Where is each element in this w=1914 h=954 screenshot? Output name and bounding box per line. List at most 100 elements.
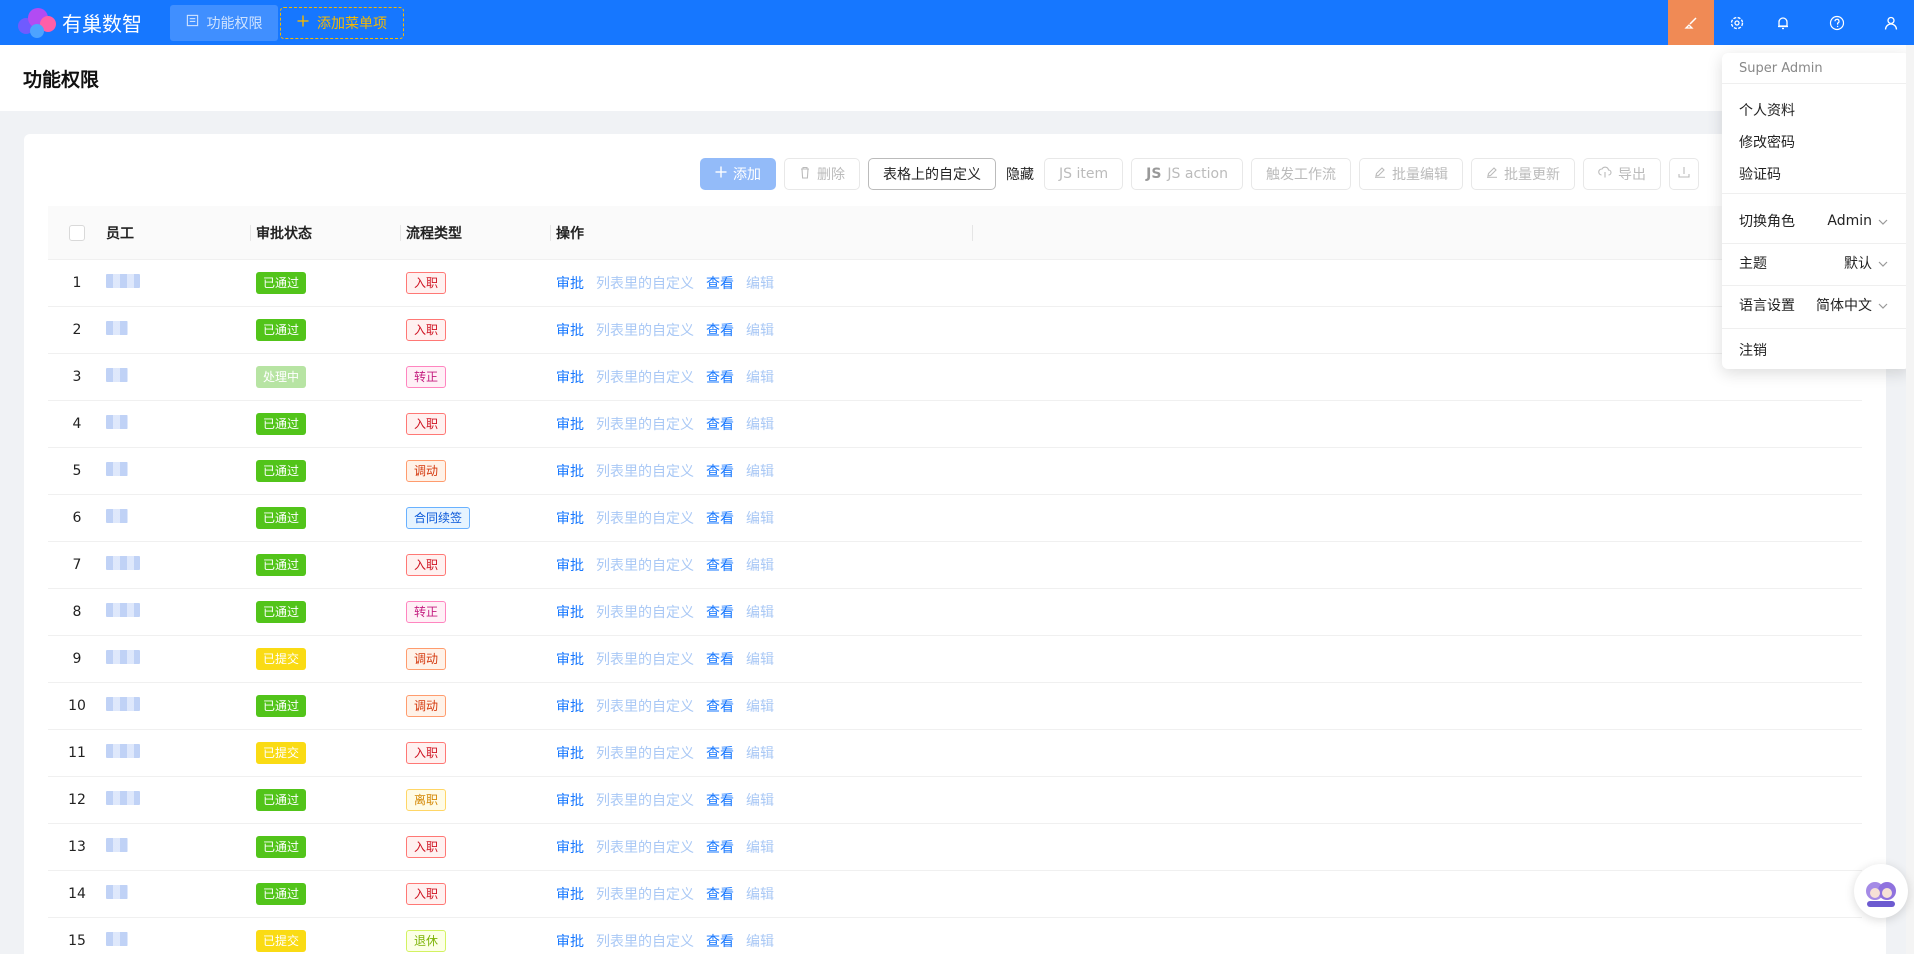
custom-in-list-link[interactable]: 列表里的自定义 xyxy=(596,696,694,716)
view-link[interactable]: 查看 xyxy=(706,414,734,434)
custom-in-list-link[interactable]: 列表里的自定义 xyxy=(596,508,694,528)
edit-link[interactable]: 编辑 xyxy=(746,696,774,716)
delete-button[interactable]: 删除 xyxy=(784,158,860,190)
help-icon[interactable] xyxy=(1806,0,1868,45)
header-employee[interactable]: 员工 xyxy=(106,223,256,243)
edit-link[interactable]: 编辑 xyxy=(746,743,774,763)
custom-in-list-link[interactable]: 列表里的自定义 xyxy=(596,367,694,387)
approve-link[interactable]: 审批 xyxy=(556,320,584,340)
table-row[interactable]: 11 已提交 入职 审批 列表里的自定义 查看 编辑 xyxy=(48,730,1862,777)
table-row[interactable]: 14 已通过 入职 审批 列表里的自定义 查看 编辑 xyxy=(48,871,1862,918)
approve-link[interactable]: 审批 xyxy=(556,931,584,951)
custom-in-list-link[interactable]: 列表里的自定义 xyxy=(596,931,694,951)
view-link[interactable]: 查看 xyxy=(706,931,734,951)
edit-link[interactable]: 编辑 xyxy=(746,320,774,340)
hide-link[interactable]: 隐藏 xyxy=(1004,164,1036,184)
custom-in-list-link[interactable]: 列表里的自定义 xyxy=(596,790,694,810)
view-link[interactable]: 查看 xyxy=(706,696,734,716)
header-approval-status[interactable]: 审批状态 xyxy=(256,223,406,243)
view-link[interactable]: 查看 xyxy=(706,602,734,622)
tab-function-permissions[interactable]: 功能权限 xyxy=(170,4,278,41)
view-link[interactable]: 查看 xyxy=(706,649,734,669)
app-logo[interactable]: 有巢数智 xyxy=(14,4,154,42)
table-row[interactable]: 1 已通过 入职 审批 列表里的自定义 查看 编辑 xyxy=(48,260,1862,307)
custom-in-list-link[interactable]: 列表里的自定义 xyxy=(596,555,694,575)
custom-in-list-link[interactable]: 列表里的自定义 xyxy=(596,320,694,340)
table-row[interactable]: 12 已通过 离职 审批 列表里的自定义 查看 编辑 xyxy=(48,777,1862,824)
import-button[interactable] xyxy=(1668,158,1699,190)
edit-link[interactable]: 编辑 xyxy=(746,790,774,810)
view-link[interactable]: 查看 xyxy=(706,273,734,293)
view-link[interactable]: 查看 xyxy=(706,508,734,528)
approve-link[interactable]: 审批 xyxy=(556,602,584,622)
table-row[interactable]: 10 已通过 调动 审批 列表里的自定义 查看 编辑 xyxy=(48,683,1862,730)
menu-item-switch-role[interactable]: 切换角色 Admin xyxy=(1739,211,1888,231)
approve-link[interactable]: 审批 xyxy=(556,743,584,763)
view-link[interactable]: 查看 xyxy=(706,884,734,904)
custom-in-list-link[interactable]: 列表里的自定义 xyxy=(596,837,694,857)
custom-in-list-link[interactable]: 列表里的自定义 xyxy=(596,743,694,763)
edit-link[interactable]: 编辑 xyxy=(746,273,774,293)
custom-in-list-link[interactable]: 列表里的自定义 xyxy=(596,414,694,434)
paint-brush-icon[interactable] xyxy=(1668,0,1714,45)
approve-link[interactable]: 审批 xyxy=(556,884,584,904)
assistant-avatar-icon[interactable] xyxy=(1854,864,1908,918)
edit-link[interactable]: 编辑 xyxy=(746,461,774,481)
approve-link[interactable]: 审批 xyxy=(556,555,584,575)
table-row[interactable]: 9 已提交 调动 审批 列表里的自定义 查看 编辑 xyxy=(48,636,1862,683)
custom-on-table-button[interactable]: 表格上的自定义 xyxy=(868,158,996,190)
edit-link[interactable]: 编辑 xyxy=(746,884,774,904)
view-link[interactable]: 查看 xyxy=(706,790,734,810)
custom-in-list-link[interactable]: 列表里的自定义 xyxy=(596,884,694,904)
edit-link[interactable]: 编辑 xyxy=(746,837,774,857)
view-link[interactable]: 查看 xyxy=(706,367,734,387)
table-row[interactable]: 15 已提交 退休 审批 列表里的自定义 查看 编辑 xyxy=(48,918,1862,954)
view-link[interactable]: 查看 xyxy=(706,743,734,763)
select-all-checkbox[interactable] xyxy=(69,224,85,241)
table-row[interactable]: 4 已通过 入职 审批 列表里的自定义 查看 编辑 xyxy=(48,401,1862,448)
table-row[interactable]: 7 已通过 入职 审批 列表里的自定义 查看 编辑 xyxy=(48,542,1862,589)
view-link[interactable]: 查看 xyxy=(706,461,734,481)
table-row[interactable]: 8 已通过 转正 审批 列表里的自定义 查看 编辑 xyxy=(48,589,1862,636)
table-row[interactable]: 2 已通过 入职 审批 列表里的自定义 查看 编辑 xyxy=(48,307,1862,354)
menu-item-profile[interactable]: 个人资料 xyxy=(1739,100,1795,120)
js-item-button[interactable]: JS item xyxy=(1044,158,1124,190)
table-row[interactable]: 3 处理中 转正 审批 列表里的自定义 查看 编辑 xyxy=(48,354,1862,401)
js-action-button[interactable]: JS JS action xyxy=(1131,158,1243,190)
edit-link[interactable]: 编辑 xyxy=(746,367,774,387)
approve-link[interactable]: 审批 xyxy=(556,414,584,434)
custom-in-list-link[interactable]: 列表里的自定义 xyxy=(596,649,694,669)
export-button[interactable]: 导出 xyxy=(1582,158,1661,190)
view-link[interactable]: 查看 xyxy=(706,555,734,575)
edit-link[interactable]: 编辑 xyxy=(746,602,774,622)
edit-link[interactable]: 编辑 xyxy=(746,649,774,669)
approve-link[interactable]: 审批 xyxy=(556,837,584,857)
add-button[interactable]: 添加 xyxy=(700,158,776,190)
custom-in-list-link[interactable]: 列表里的自定义 xyxy=(596,602,694,622)
menu-item-logout[interactable]: 注销 xyxy=(1739,340,1767,360)
batch-update-button[interactable]: 批量更新 xyxy=(1470,158,1575,190)
table-row[interactable]: 5 已通过 调动 审批 列表里的自定义 查看 编辑 xyxy=(48,448,1862,495)
approve-link[interactable]: 审批 xyxy=(556,367,584,387)
approve-link[interactable]: 审批 xyxy=(556,649,584,669)
table-row[interactable]: 6 已通过 合同续签 审批 列表里的自定义 查看 编辑 xyxy=(48,495,1862,542)
user-icon[interactable] xyxy=(1868,0,1914,45)
view-link[interactable]: 查看 xyxy=(706,837,734,857)
custom-in-list-link[interactable]: 列表里的自定义 xyxy=(596,461,694,481)
custom-in-list-link[interactable]: 列表里的自定义 xyxy=(596,273,694,293)
view-link[interactable]: 查看 xyxy=(706,320,734,340)
approve-link[interactable]: 审批 xyxy=(556,696,584,716)
trigger-workflow-button[interactable]: 触发工作流 xyxy=(1250,158,1351,190)
menu-item-theme[interactable]: 主题 默认 xyxy=(1739,253,1888,273)
bell-icon[interactable] xyxy=(1760,0,1806,45)
gear-icon[interactable] xyxy=(1714,0,1760,45)
edit-link[interactable]: 编辑 xyxy=(746,931,774,951)
approve-link[interactable]: 审批 xyxy=(556,508,584,528)
edit-link[interactable]: 编辑 xyxy=(746,555,774,575)
add-menu-item-button[interactable]: 添加菜单项 xyxy=(280,6,404,39)
edit-link[interactable]: 编辑 xyxy=(746,508,774,528)
menu-item-change-password[interactable]: 修改密码 xyxy=(1739,132,1795,152)
menu-item-language[interactable]: 语言设置 简体中文 xyxy=(1739,295,1888,315)
menu-item-verification-code[interactable]: 验证码 xyxy=(1739,164,1781,184)
table-row[interactable]: 13 已通过 入职 审批 列表里的自定义 查看 编辑 xyxy=(48,824,1862,871)
